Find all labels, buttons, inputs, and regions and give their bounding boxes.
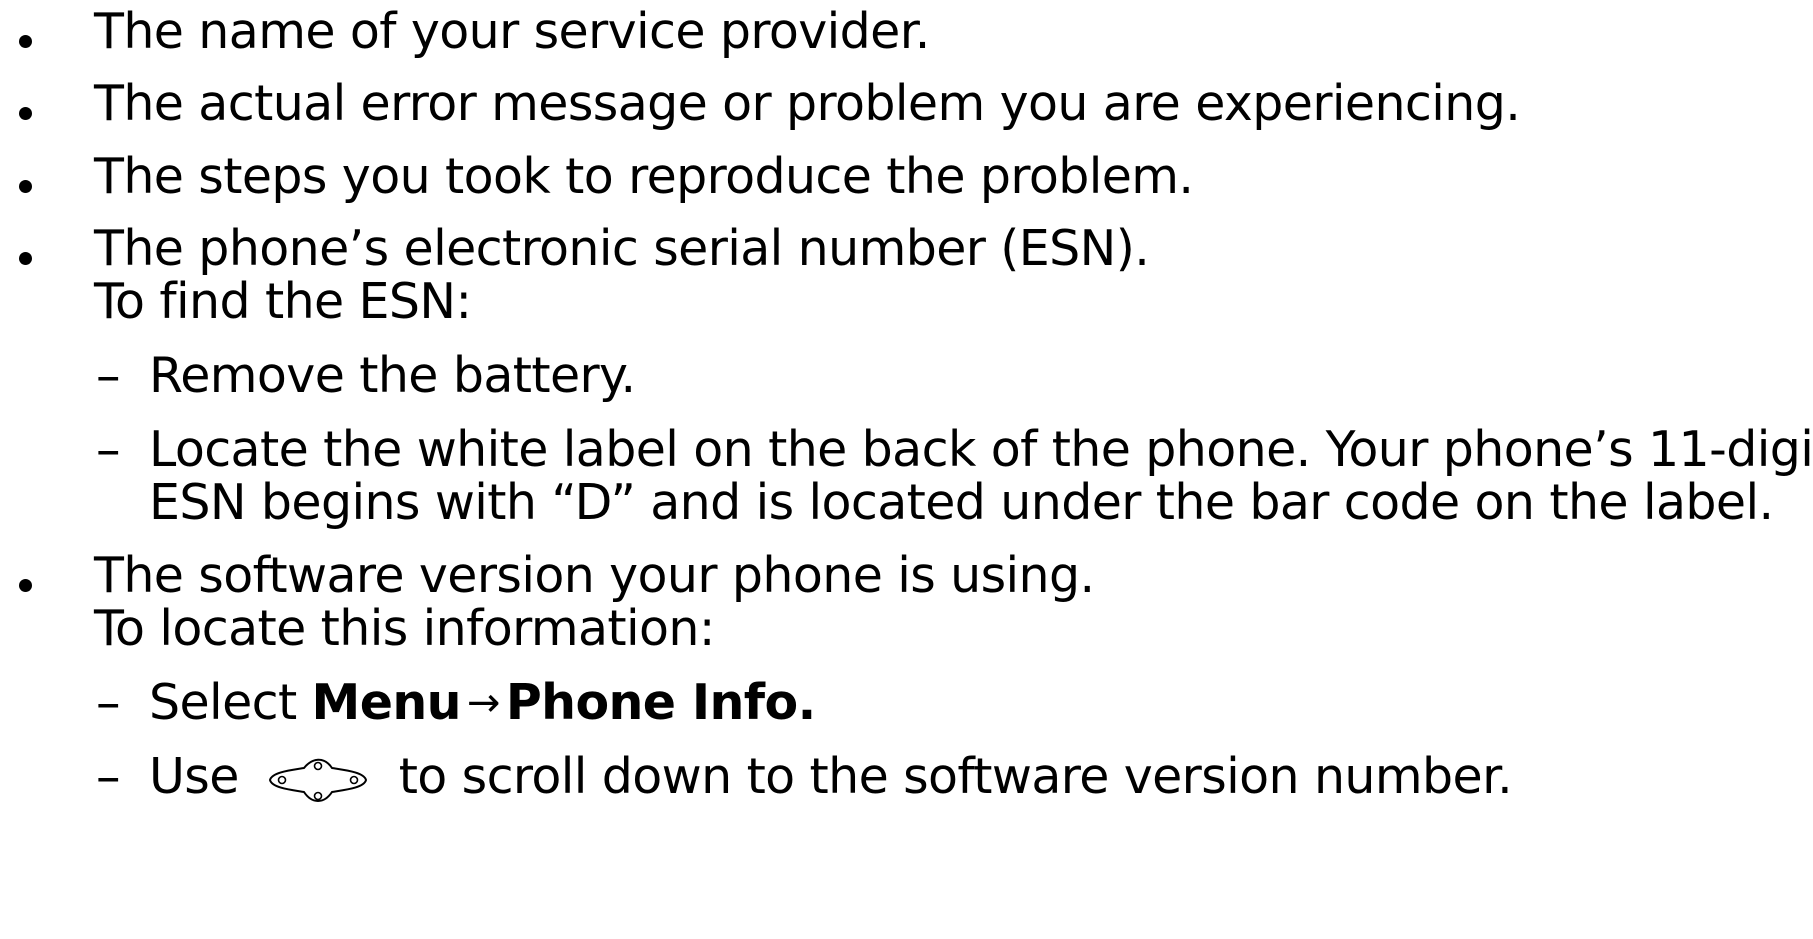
bullet-marker [19, 80, 41, 140]
bullet-marker [19, 8, 41, 68]
list-item-esn: The phone’s electronic serial number (ES… [94, 220, 1150, 277]
use-prefix: Use [149, 748, 254, 805]
list-item-steps: The steps you took to reproduce the prob… [94, 148, 1194, 205]
bullet-marker [19, 225, 41, 285]
bullet-marker [19, 153, 41, 213]
esn-step-remove-battery: Remove the battery. [149, 347, 636, 404]
dash-marker: – [96, 421, 121, 478]
select-prefix: Select [149, 674, 312, 731]
scroll-instruction: to scroll down to the software version n… [383, 748, 1513, 805]
menu-label: Menu [311, 674, 462, 731]
esn-subheading: To find the ESN: [94, 273, 472, 330]
software-version-subheading: To locate this information: [94, 600, 715, 657]
navigation-key-icon [262, 750, 374, 810]
right-arrow-icon: → [466, 680, 501, 726]
dash-marker: – [96, 674, 121, 731]
bullet-marker [19, 552, 41, 612]
esn-step-locate-label-line1: Locate the white label on the back of th… [149, 421, 1813, 478]
esn-step-locate-label-line2: ESN begins with “D” and is located under… [149, 474, 1774, 531]
dash-marker: – [96, 347, 121, 404]
list-item-error-message: The actual error message or problem you … [94, 75, 1521, 132]
phone-info-label: Phone Info. [505, 674, 816, 731]
list-item-service-provider: The name of your service provider. [94, 3, 930, 60]
software-step-scroll: Use to scroll down to the software versi… [149, 747, 1513, 810]
software-step-select-menu: Select Menu → Phone Info. [149, 673, 816, 736]
dash-marker: – [96, 748, 121, 805]
list-item-software-version: The software version your phone is using… [94, 547, 1095, 604]
support-info-list: The name of your service provider. The a… [0, 0, 1813, 939]
